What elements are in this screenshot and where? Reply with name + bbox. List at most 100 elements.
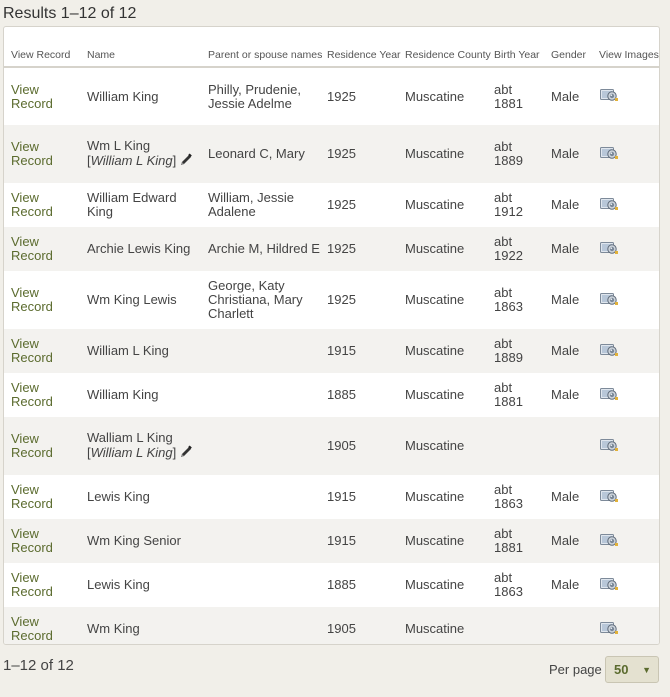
view-record-link[interactable]: View Record (11, 615, 71, 643)
record-name: William King (87, 88, 159, 104)
birth-year-cell: abt 1922 (491, 227, 551, 271)
residence-county-cell: Muscatine (402, 417, 491, 475)
camera-image-icon[interactable] (599, 437, 619, 456)
birth-year-value: abt 1889 (494, 139, 523, 168)
view-record-link[interactable]: View Record (11, 483, 71, 511)
birth-year-cell: abt 1881 (491, 519, 551, 563)
residence-year-cell: 1915 (323, 519, 402, 563)
table-row: View Record William L King 1915 Muscatine ab… (4, 329, 659, 373)
residence-county-cell: Muscatine (405, 292, 465, 307)
column-header-residence-county: Residence County (402, 27, 491, 68)
camera-image-icon[interactable] (599, 196, 619, 215)
camera-image-icon[interactable] (599, 488, 619, 507)
gender-cell: Male (551, 227, 596, 271)
gender-cell: Male (551, 88, 580, 104)
per-page-select[interactable]: 50 ▼ (605, 656, 659, 683)
parent-names-cell: Philly, Prudenie, Jessie Adelme (208, 81, 301, 111)
view-record-link[interactable]: View Record (11, 82, 71, 111)
gender-cell: Male (551, 489, 580, 504)
column-header-name: Name (84, 27, 206, 68)
residence-county-cell: Muscatine (402, 125, 491, 183)
birth-year-value: abt 1912 (494, 190, 523, 219)
table-row: View Record William Edward King William, J… (4, 183, 659, 227)
residence-county-cell: Muscatine (405, 88, 465, 104)
table-row: View Record William King Philly, Prudenie,… (4, 67, 659, 125)
pencil-icon[interactable] (179, 152, 193, 170)
parent-names-cell (206, 417, 323, 475)
birth-year-value: abt 1881 (494, 380, 523, 409)
column-header-gender: Gender (551, 27, 596, 68)
results-table-container: View Record Name Parent or spouse names … (3, 26, 660, 645)
view-record-link[interactable]: View Record (11, 527, 71, 555)
residence-county-cell: Muscatine (405, 197, 465, 212)
gender-cell: Male (551, 125, 596, 183)
record-name: William Edward King (87, 190, 177, 219)
residence-year-cell: 1905 (323, 607, 402, 644)
name-cell: William King (84, 373, 206, 417)
residence-year-cell: 1915 (323, 329, 402, 373)
residence-year-cell: 1905 (323, 417, 402, 475)
gender-cell: Male (551, 519, 596, 563)
residence-year-cell: 1925 (327, 88, 356, 104)
record-name: Wm King Senior (87, 533, 181, 548)
column-header-parent-names: Parent or spouse names (206, 27, 323, 68)
gender-cell (551, 607, 596, 644)
view-record-link[interactable]: View Record (11, 235, 71, 263)
per-page-value: 50 (614, 662, 629, 677)
parent-names-cell: Leonard C, Mary (206, 125, 323, 183)
view-record-link[interactable]: View Record (11, 381, 71, 409)
camera-image-icon[interactable] (599, 291, 619, 310)
name-cell: Wm King (84, 607, 206, 644)
residence-year-cell: 1885 (327, 577, 356, 592)
camera-image-icon[interactable] (599, 576, 619, 595)
gender-cell (551, 417, 596, 475)
residence-county-cell: Muscatine (402, 607, 491, 644)
gender-cell: Male (551, 387, 580, 402)
residence-year-cell: 1925 (327, 197, 356, 212)
name-cell: Wm L King [William L King] (84, 125, 206, 183)
residence-year-cell: 1925 (327, 292, 356, 307)
birth-year-cell: abt 1863 (491, 563, 551, 607)
name-cell: Archie Lewis King (84, 227, 206, 271)
view-record-link[interactable]: View Record (11, 337, 71, 365)
parent-names-cell: William, Jessie Adalene (208, 190, 294, 219)
birth-year-cell: abt 1863 (491, 271, 551, 329)
pencil-icon[interactable] (179, 444, 193, 462)
table-row: View Record Lewis King 1915 Muscatine abt 18… (4, 475, 659, 519)
birth-year-cell (491, 417, 551, 475)
per-page-label: Per page (549, 662, 602, 677)
camera-image-icon[interactable] (599, 240, 619, 259)
caret-down-icon: ▼ (642, 664, 651, 675)
table-body: View Record William King Philly, Prudenie,… (4, 67, 659, 644)
camera-image-icon[interactable] (599, 145, 619, 164)
camera-image-icon[interactable] (599, 342, 619, 361)
birth-year-value: abt 1889 (494, 336, 523, 365)
view-record-link[interactable]: View Record (11, 571, 71, 599)
camera-image-icon[interactable] (599, 87, 619, 106)
parent-names-cell (206, 563, 323, 607)
camera-image-icon[interactable] (599, 620, 619, 639)
birth-year-value: abt 1863 (494, 570, 523, 599)
camera-image-icon[interactable] (599, 532, 619, 551)
residence-year-cell: 1925 (323, 125, 402, 183)
view-record-link[interactable]: View Record (11, 140, 71, 168)
birth-year-value: abt 1922 (494, 234, 523, 263)
view-record-link[interactable]: View Record (11, 432, 71, 460)
table-row: View Record Archie Lewis King Archie M, Hi… (4, 227, 659, 271)
view-record-link[interactable]: View Record (11, 286, 71, 314)
camera-image-icon[interactable] (599, 386, 619, 405)
view-record-link[interactable]: View Record (11, 191, 71, 219)
name-cell: William L King (84, 329, 206, 373)
name-cell: Walliam L King [William L King] (84, 417, 206, 475)
gender-cell: Male (551, 577, 580, 592)
record-name: Wm L King (87, 137, 151, 153)
alternate-name: William L King (90, 152, 173, 168)
record-name: William King (87, 387, 159, 402)
parent-names-cell (206, 607, 323, 644)
record-name: Lewis King (87, 489, 150, 504)
parent-names-cell: Archie M, Hildred E (206, 227, 323, 271)
record-name: William L King (87, 343, 169, 358)
residence-county-cell: Muscatine (402, 227, 491, 271)
table-row: View Record Wm King Lewis George, Katy Chr… (4, 271, 659, 329)
table-row: View Record Wm King Senior 1915 Muscatine ab… (4, 519, 659, 563)
